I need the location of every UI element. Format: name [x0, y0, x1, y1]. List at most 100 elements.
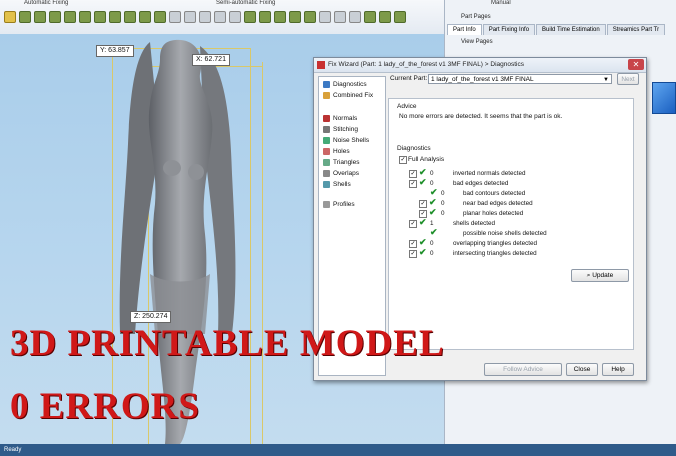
part-pages-label[interactable]: Part Pages — [461, 14, 491, 20]
nav-stitching[interactable]: Stitching — [323, 126, 358, 133]
bbox-y-label: Y: 63.857 — [96, 45, 134, 57]
full-analysis-checkbox[interactable]: ✓ — [399, 156, 407, 164]
check-icon: ✔ — [419, 237, 427, 247]
ribbon-toolbar: Automatic Fixing Semi-automatic Fixing — [0, 0, 444, 35]
view-pages-label[interactable]: View Pages — [461, 39, 493, 45]
update-button[interactable]: ⌕ Update — [571, 269, 629, 282]
view-cube-icon[interactable] — [652, 82, 676, 114]
nav-overlaps[interactable]: Overlaps — [323, 170, 359, 177]
tab-part-info[interactable]: Part Info — [447, 24, 482, 35]
check-icon: ✔ — [429, 207, 437, 217]
current-part-select[interactable]: 1 lady_of_the_forest v1 3MF FINAL ▼ — [428, 74, 612, 84]
surface-tool-icon[interactable] — [229, 11, 241, 23]
noise-shells-icon — [323, 137, 330, 144]
tab-build-time-estimation[interactable]: Build Time Estimation — [536, 24, 606, 35]
nav-holes[interactable]: Holes — [323, 148, 350, 155]
bbox-x-label: X: 62.721 — [192, 54, 230, 66]
close-button[interactable]: Close — [566, 363, 598, 376]
dialog-title-bar: Fix Wizard (Part: 1 lady_of_the_forest v… — [314, 58, 646, 73]
mark-tool-icon[interactable] — [259, 11, 271, 23]
check-icon: ✔ — [419, 177, 427, 187]
next-button[interactable]: Next — [617, 73, 639, 85]
banner-line-1: 3D PRINTABLE MODEL — [10, 323, 445, 364]
normals-tool-icon[interactable] — [19, 11, 31, 23]
diag-label: bad edges detected — [453, 180, 509, 187]
profiles-icon — [323, 201, 330, 208]
extrude-tool-icon[interactable] — [304, 11, 316, 23]
diagnostics-icon — [323, 81, 330, 88]
hollow-tool-icon[interactable] — [214, 11, 226, 23]
current-part-label: Current Part: — [390, 75, 428, 82]
shell-tool-icon[interactable] — [199, 11, 211, 23]
row-checkbox[interactable]: ✓ — [419, 200, 427, 208]
wrap-tool-icon[interactable] — [139, 11, 151, 23]
shells-tool-icon[interactable] — [109, 11, 121, 23]
help-button[interactable]: Help — [602, 363, 634, 376]
diag-label: possible noise shells detected — [463, 230, 547, 237]
analyze-tool-icon[interactable] — [349, 11, 361, 23]
part-pages-tabs: Part Info Part Fixing Info Build Time Es… — [447, 24, 666, 35]
close-icon[interactable]: ✕ — [628, 59, 644, 70]
row-checkbox[interactable]: ✓ — [409, 240, 417, 248]
diag-count: 0 — [430, 170, 434, 177]
combined-fix-icon — [323, 92, 330, 99]
diag-count: 0 — [430, 240, 434, 247]
normals-icon — [323, 115, 330, 122]
smooth-tool-icon[interactable] — [154, 11, 166, 23]
check-icon: ✔ — [430, 227, 438, 237]
unify-tool-icon[interactable] — [124, 11, 136, 23]
noise-shells-tool-icon[interactable] — [49, 11, 61, 23]
diag-count: 1 — [430, 220, 434, 227]
stitching-icon — [323, 126, 330, 133]
section-tool-icon[interactable] — [334, 11, 346, 23]
fix-wizard-title-icon — [317, 61, 325, 69]
ribbon-group-semi-automatic: Semi-automatic Fixing — [216, 0, 276, 6]
follow-advice-button[interactable]: Follow Advice — [484, 363, 562, 376]
nav-triangles[interactable]: Triangles — [323, 159, 360, 166]
full-analysis-label: Full Analysis — [408, 156, 445, 163]
overlaps-icon — [323, 170, 330, 177]
row-checkbox[interactable]: ✓ — [409, 170, 417, 178]
export-tool-icon[interactable] — [394, 11, 406, 23]
nav-diagnostics[interactable]: Diagnostics — [323, 81, 367, 88]
tab-streamics-part[interactable]: Streamics Part Tr — [606, 24, 666, 35]
chevron-down-icon: ▼ — [603, 77, 609, 83]
diagnostics-panel: Advice No more errors are detected. It s… — [388, 98, 634, 350]
check-icon: ✔ — [419, 167, 427, 177]
nav-shells[interactable]: Shells — [323, 181, 351, 188]
diag-label: planar holes detected — [463, 210, 524, 217]
holes-tool-icon[interactable] — [64, 11, 76, 23]
dialog-title: Fix Wizard (Part: 1 lady_of_the_forest v… — [328, 61, 524, 68]
tab-part-fixing-info[interactable]: Part Fixing Info — [482, 24, 536, 35]
diag-label: bad contours detected — [463, 190, 526, 197]
check-icon: ✔ — [430, 187, 438, 197]
nav-noise-shells[interactable]: Noise Shells — [323, 137, 369, 144]
row-checkbox[interactable]: ✓ — [409, 220, 417, 228]
ribbon-group-automatic: Automatic Fixing — [24, 0, 69, 6]
diag-label: intersecting triangles detected — [453, 250, 537, 257]
cut-tool-icon[interactable] — [289, 11, 301, 23]
nav-profiles[interactable]: Profiles — [323, 201, 355, 208]
plane-tool-icon[interactable] — [274, 11, 286, 23]
row-checkbox[interactable]: ✓ — [409, 250, 417, 258]
row-checkbox[interactable]: ✓ — [409, 180, 417, 188]
ribbon-tool-row — [4, 11, 406, 23]
box-tool-icon[interactable] — [184, 11, 196, 23]
diag-count: 0 — [441, 210, 445, 217]
merge-tool-icon[interactable] — [379, 11, 391, 23]
triangles-tool-icon[interactable] — [79, 11, 91, 23]
cube-tool-icon[interactable] — [169, 11, 181, 23]
nav-combined-fix[interactable]: Combined Fix — [323, 92, 373, 99]
check-icon: ✔ — [419, 217, 427, 227]
triangle-edit-icon[interactable] — [244, 11, 256, 23]
fix-wizard-icon[interactable] — [4, 11, 16, 23]
diag-label: shells detected — [453, 220, 496, 227]
nav-normals[interactable]: Normals — [323, 115, 357, 122]
triangles-icon — [323, 159, 330, 166]
measure-tool-icon[interactable] — [319, 11, 331, 23]
overlap-tool-icon[interactable] — [94, 11, 106, 23]
split-tool-icon[interactable] — [364, 11, 376, 23]
banner-line-2: 0 ERRORS — [10, 386, 200, 427]
stitch-tool-icon[interactable] — [34, 11, 46, 23]
diag-label: near bad edges detected — [463, 200, 533, 207]
